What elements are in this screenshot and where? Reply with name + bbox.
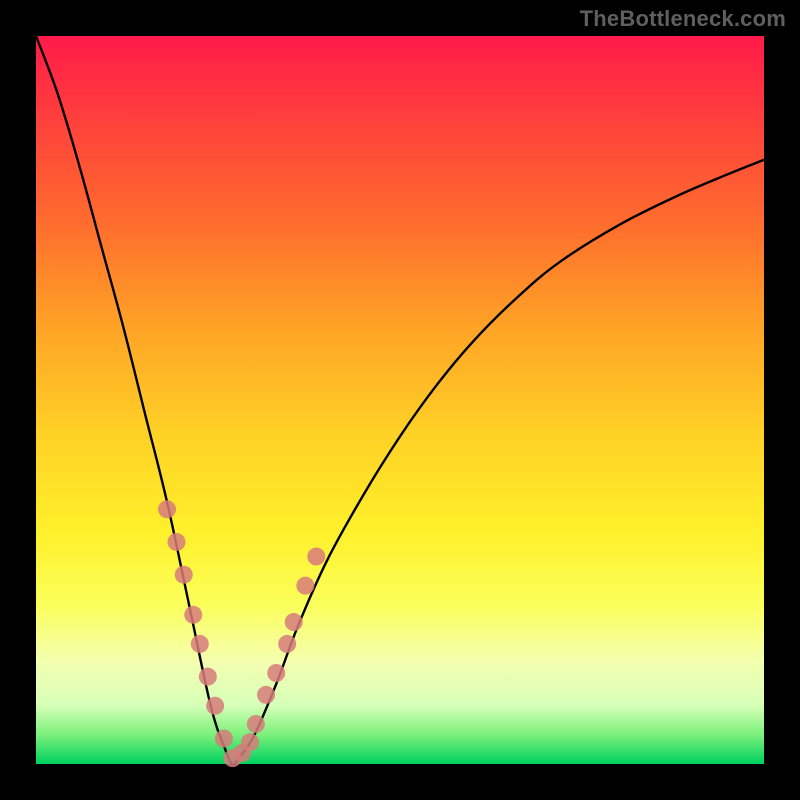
highlight-dot <box>199 668 217 686</box>
highlight-dot <box>285 613 303 631</box>
highlight-dot <box>257 686 275 704</box>
chart-frame: TheBottleneck.com <box>0 0 800 800</box>
highlight-dot <box>241 733 259 751</box>
highlight-dot <box>168 533 186 551</box>
curve-layer <box>36 36 764 764</box>
highlight-dot <box>175 566 193 584</box>
highlight-dot <box>296 577 314 595</box>
highlight-dot <box>158 500 176 518</box>
highlight-dot <box>191 635 209 653</box>
highlight-dots <box>158 500 325 767</box>
highlight-dot <box>184 606 202 624</box>
highlight-dot <box>215 730 233 748</box>
highlight-dot <box>278 635 296 653</box>
bottleneck-curve <box>36 36 764 764</box>
highlight-dot <box>247 715 265 733</box>
watermark-text: TheBottleneck.com <box>580 6 786 32</box>
highlight-dot <box>267 664 285 682</box>
plot-area <box>36 36 764 764</box>
highlight-dot <box>307 548 325 566</box>
highlight-dot <box>206 697 224 715</box>
